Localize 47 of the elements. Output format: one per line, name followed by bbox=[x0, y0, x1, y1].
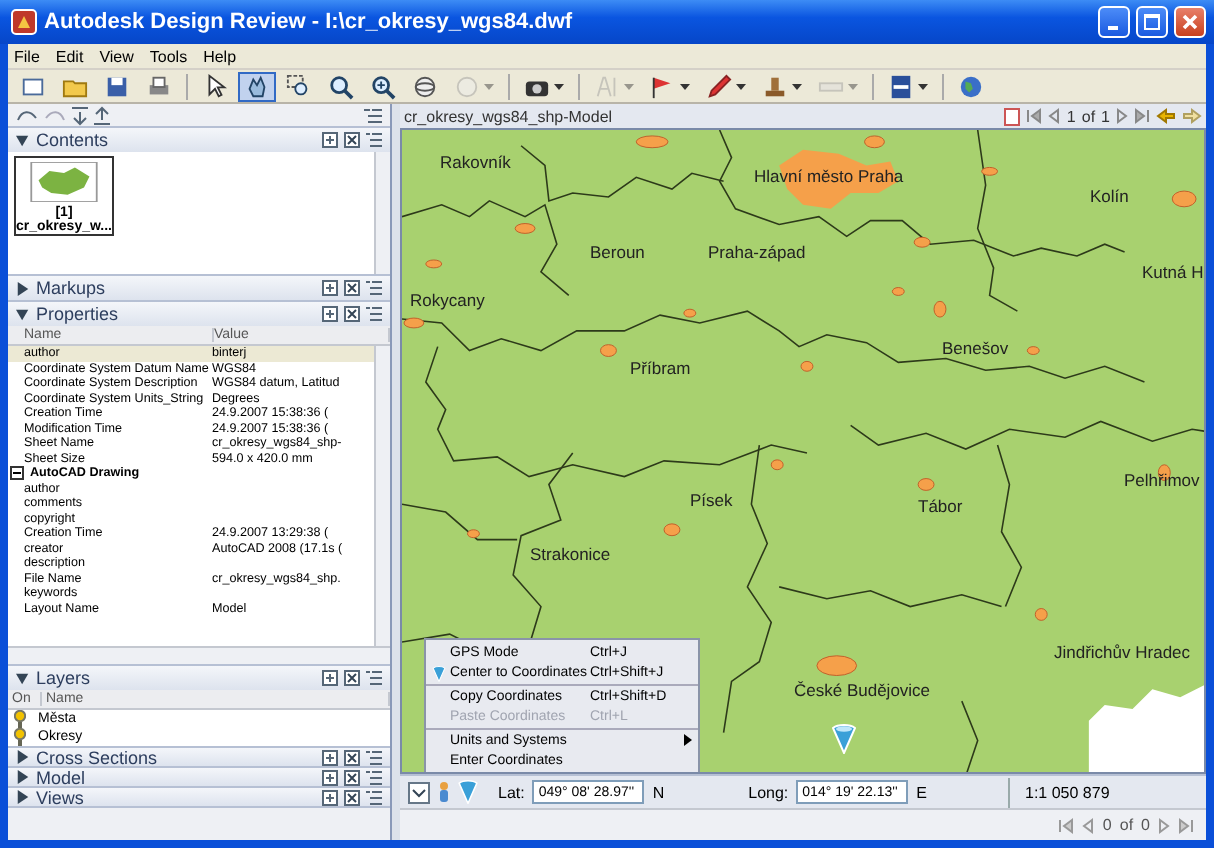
town-label: Rokycany bbox=[410, 290, 485, 310]
town-label: Kolín bbox=[1090, 186, 1129, 206]
panel-header[interactable]: Markups bbox=[8, 274, 390, 300]
panel-title: Layers bbox=[36, 668, 91, 688]
latitude-label: Lat: bbox=[498, 783, 525, 801]
panel-title: Views bbox=[36, 787, 84, 807]
town-label: Kutná H bbox=[1142, 262, 1204, 282]
panel-title: Cross Sections bbox=[36, 747, 158, 767]
panel-title: Markups bbox=[36, 278, 106, 298]
menu-item[interactable]: Edit bbox=[55, 47, 84, 65]
sheet-tab[interactable]: cr_okresy_wgs84_shp-Model bbox=[404, 107, 613, 125]
town-label: Pelhřimov bbox=[1124, 470, 1200, 490]
panel-header[interactable]: Views bbox=[8, 786, 390, 806]
panel-header[interactable]: Contents bbox=[8, 126, 390, 152]
town-label: Praha-západ bbox=[708, 242, 806, 262]
town-label: Tábor bbox=[918, 496, 963, 516]
panel-header[interactable]: Model bbox=[8, 766, 390, 786]
town-label: Benešov bbox=[942, 338, 1009, 358]
panel-header[interactable]: Layers bbox=[8, 664, 390, 690]
page-of-label: of bbox=[1081, 107, 1096, 125]
panel-title: Contents bbox=[36, 130, 109, 150]
town-label: Beroun bbox=[590, 242, 645, 262]
town-label: Hlavní město Praha bbox=[754, 166, 904, 186]
page-total: 0 bbox=[1141, 816, 1150, 834]
town-label: Rakovník bbox=[440, 152, 511, 172]
panel-header[interactable]: Cross Sections bbox=[8, 746, 390, 766]
hemisphere-label: E bbox=[916, 783, 927, 801]
menu-item[interactable]: View bbox=[99, 47, 134, 65]
page-of-label: of bbox=[1119, 816, 1134, 834]
menu-item[interactable]: Tools bbox=[149, 47, 188, 65]
town-label: Příbram bbox=[630, 358, 691, 378]
panel-header[interactable]: Properties bbox=[8, 300, 390, 326]
menu-item[interactable]: File bbox=[14, 47, 40, 65]
hemisphere-label: N bbox=[652, 783, 665, 801]
town-label: Strakonice bbox=[530, 544, 611, 564]
page-total: 1 bbox=[1101, 107, 1110, 125]
page-number: 1 bbox=[1066, 107, 1076, 125]
panel-title: Properties bbox=[36, 304, 119, 324]
town-label: Jindřichův Hradec bbox=[1054, 642, 1191, 662]
page-number: 0 bbox=[1102, 816, 1112, 834]
window-title: Autodesk Design Review - I:\cr_okresy_wgs84.dwf bbox=[44, 10, 573, 34]
longitude-label: Long: bbox=[748, 783, 789, 801]
town-label: Písek bbox=[690, 490, 733, 510]
menu-item[interactable]: Help bbox=[203, 47, 237, 65]
town-label: České Budějovice bbox=[794, 680, 931, 700]
panel-title: Model bbox=[36, 767, 86, 787]
scale-label: 1:1 050 879 bbox=[1025, 783, 1110, 801]
